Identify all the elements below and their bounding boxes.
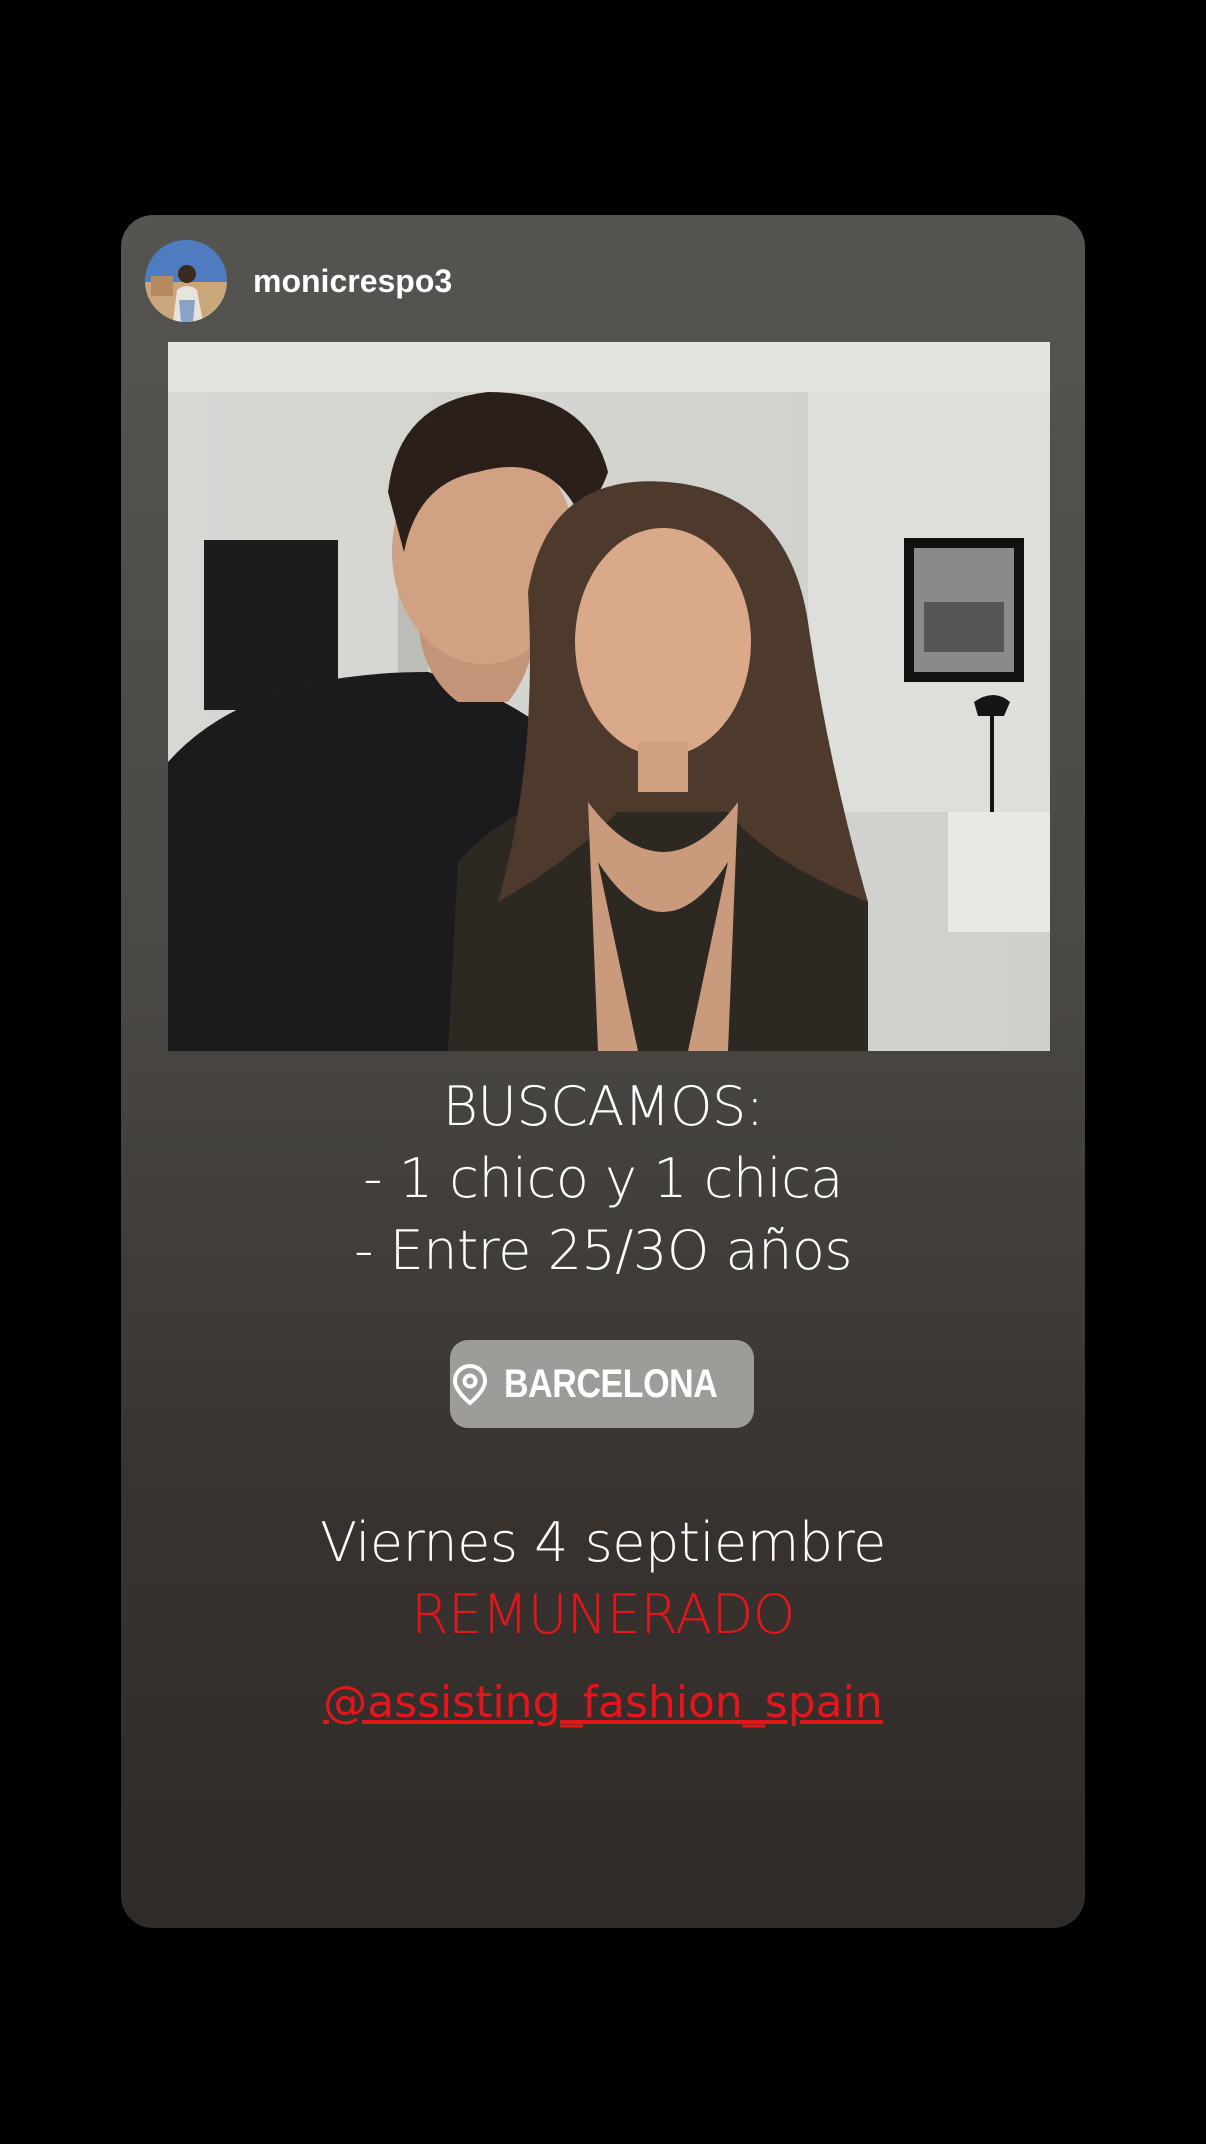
requirement-line: - Entre 25/3O años: [354, 1219, 853, 1282]
location-label: BARCELONA: [504, 1361, 718, 1406]
mention-link[interactable]: @assisting_fashion_spain: [121, 1677, 1085, 1728]
requirements-text: BUSCAMOS: - 1 chico y 1 chica - Entre 25…: [121, 1071, 1085, 1287]
date-text: Viernes 4 septiembre: [320, 1511, 886, 1574]
story-header: monicrespo3: [145, 239, 452, 323]
avatar[interactable]: [145, 240, 227, 322]
location-sticker[interactable]: BARCELONA: [450, 1340, 754, 1428]
couple-photo: [168, 342, 1050, 1051]
story-card: monicrespo3 BUSCAMOS: - 1 chico y 1 chic…: [121, 215, 1085, 1928]
requirement-line: - 1 chico y 1 chica: [363, 1147, 843, 1210]
requirements-heading: BUSCAMOS:: [442, 1075, 764, 1138]
username[interactable]: monicrespo3: [253, 263, 452, 300]
date-block: Viernes 4 septiembre REMUNERADO: [121, 1507, 1085, 1651]
paid-label: REMUNERADO: [411, 1583, 795, 1646]
location-pin-icon: [448, 1362, 492, 1406]
